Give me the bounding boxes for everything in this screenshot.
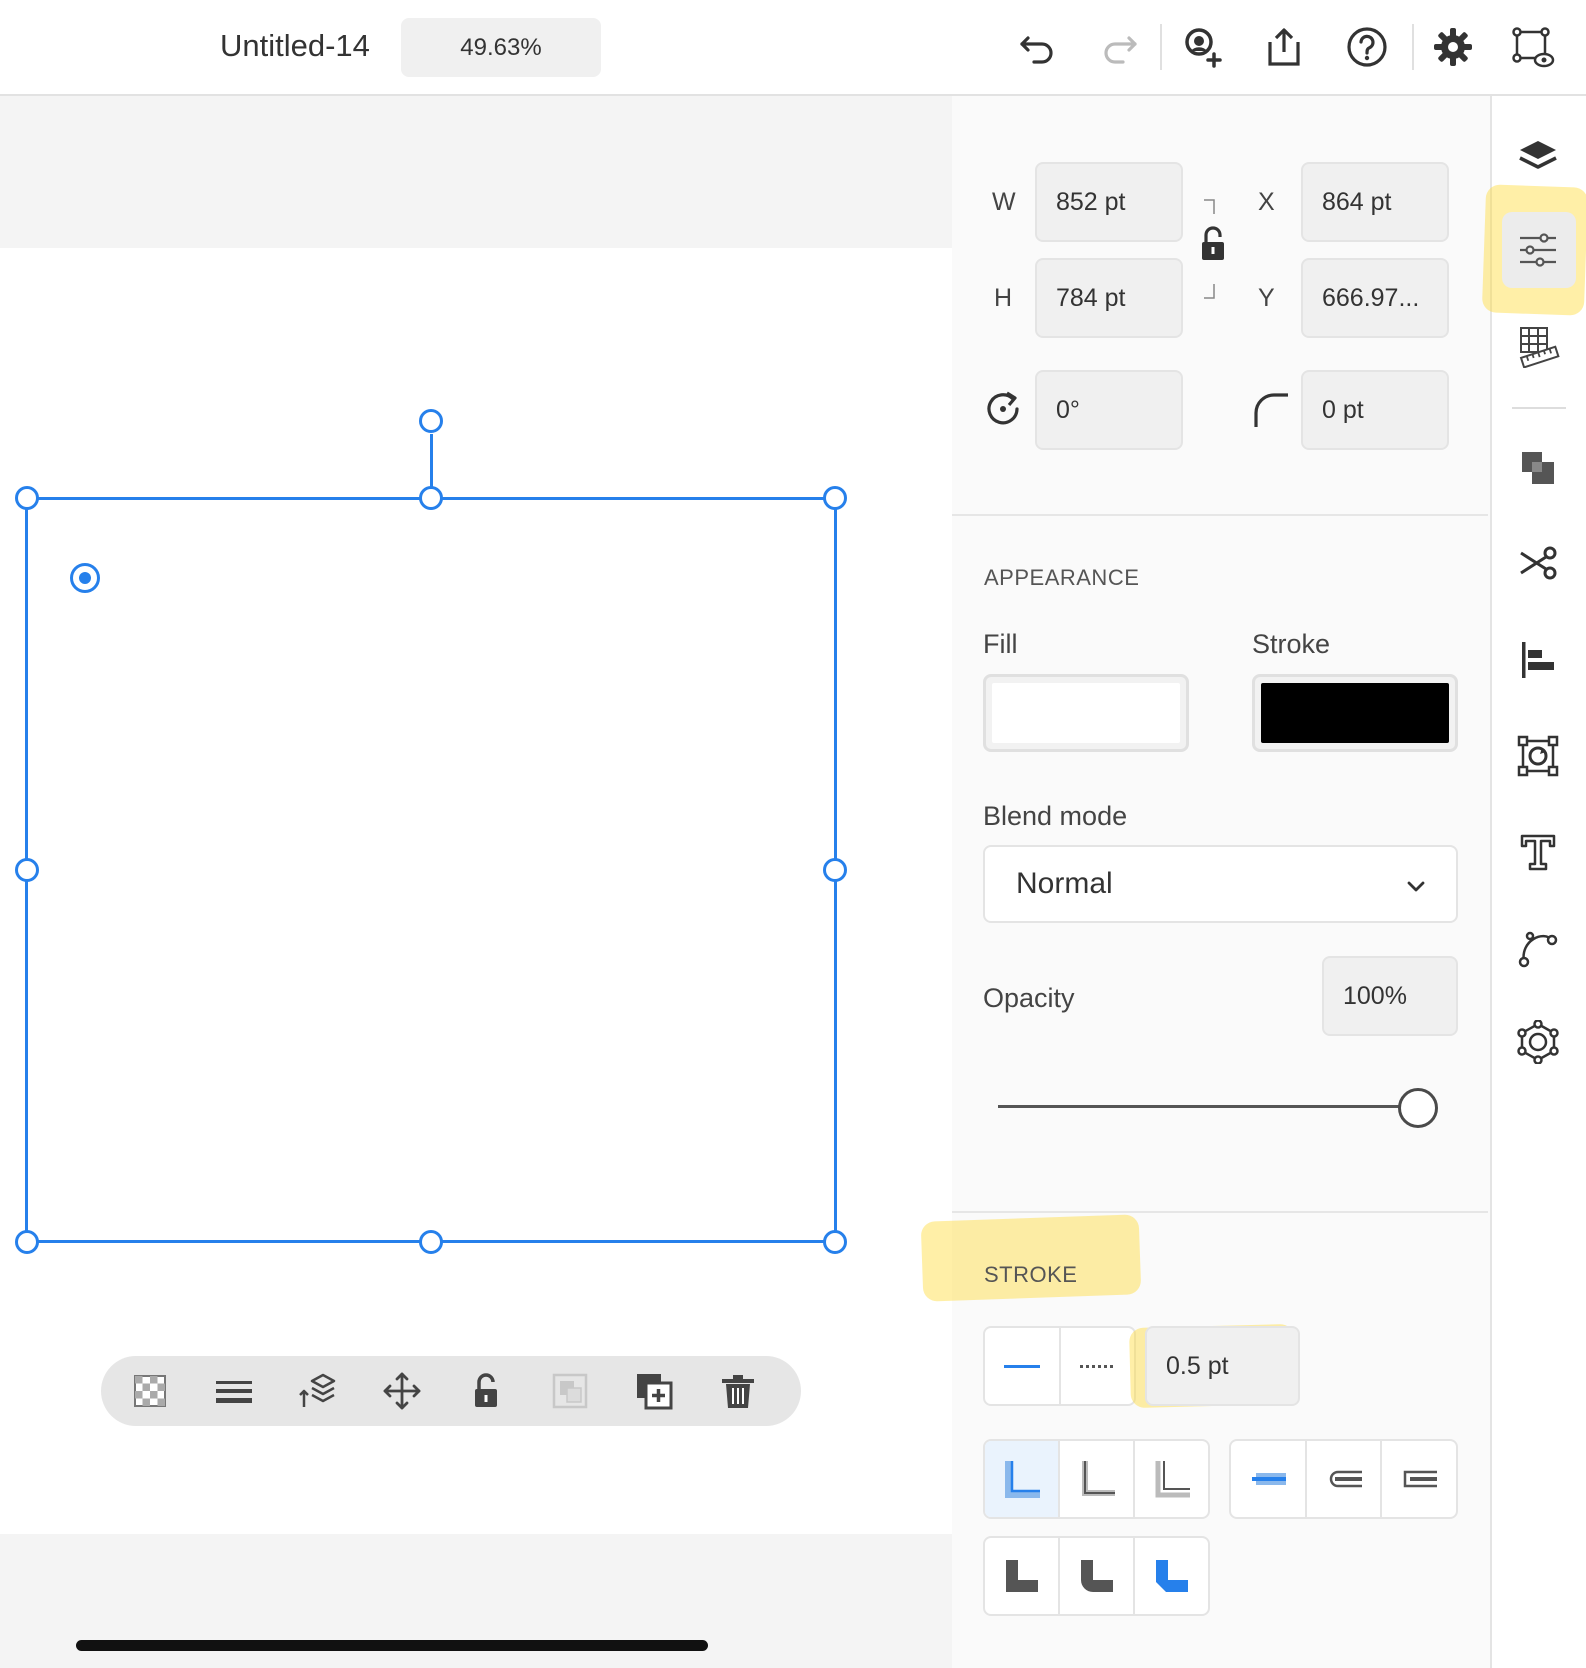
invite-icon[interactable]: [1175, 20, 1229, 74]
panel-divider: [952, 1211, 1488, 1213]
rotation-handle[interactable]: [419, 409, 443, 433]
artboard[interactable]: [0, 248, 952, 1534]
resize-handle-top-left[interactable]: [15, 486, 39, 510]
scissors-icon[interactable]: [1508, 533, 1568, 593]
resize-handle-bottom[interactable]: [419, 1230, 443, 1254]
solid-stroke-icon[interactable]: [985, 1328, 1061, 1404]
corner-radius-icon: [1250, 389, 1290, 429]
toolbar-divider: [1160, 24, 1162, 70]
transform-origin-point[interactable]: [70, 563, 100, 593]
stroke-align-group: [983, 1439, 1210, 1519]
pen-path-icon[interactable]: [1508, 918, 1568, 978]
rail-divider: [1512, 407, 1566, 409]
group-icon: [540, 1356, 600, 1426]
symbol-puppet-icon[interactable]: [1508, 1012, 1568, 1072]
highlight-mark: [920, 1214, 1142, 1302]
blend-mode-label: Blend mode: [983, 801, 1128, 831]
undo-icon[interactable]: [1010, 20, 1064, 74]
document-title[interactable]: Untitled-14: [220, 28, 370, 64]
stroke-outside-icon[interactable]: [1135, 1441, 1208, 1517]
stroke-cap-group: [1229, 1439, 1458, 1519]
stroke-color: [1261, 683, 1449, 743]
blend-mode-select[interactable]: Normal: [983, 845, 1458, 923]
resize-handle-right[interactable]: [823, 858, 847, 882]
rotation-field[interactable]: 0°: [1035, 370, 1183, 450]
opacity-field[interactable]: 100%: [1322, 956, 1458, 1036]
width-field[interactable]: 852 pt: [1035, 162, 1183, 242]
opacity-slider-thumb[interactable]: [1398, 1088, 1438, 1128]
miter-join-icon[interactable]: [985, 1538, 1060, 1614]
bevel-join-icon[interactable]: [1135, 1538, 1208, 1614]
redo-icon[interactable]: [1093, 20, 1147, 74]
stroke-inside-icon[interactable]: [985, 1441, 1060, 1517]
round-cap-icon[interactable]: [1307, 1441, 1383, 1517]
move-icon[interactable]: [372, 1356, 432, 1426]
height-field[interactable]: 784 pt: [1035, 258, 1183, 338]
constrain-proportions-lock-icon[interactable]: [1198, 194, 1224, 304]
projecting-cap-icon[interactable]: [1382, 1441, 1456, 1517]
x-position-field[interactable]: 864 pt: [1301, 162, 1449, 242]
butt-cap-icon[interactable]: [1231, 1441, 1307, 1517]
duplicate-icon[interactable]: [624, 1356, 684, 1426]
arrange-icon[interactable]: [288, 1356, 348, 1426]
share-icon[interactable]: [1257, 20, 1311, 74]
corner-radius-field[interactable]: 0 pt: [1301, 370, 1449, 450]
boolean-shapes-icon[interactable]: [1508, 438, 1568, 498]
stroke-swatch[interactable]: [1252, 674, 1458, 752]
stroke-center-icon[interactable]: [1060, 1441, 1135, 1517]
opacity-label: Opacity: [983, 983, 1075, 1013]
fill-label: Fill: [983, 629, 1018, 659]
height-label: H: [994, 284, 1013, 312]
blend-mode-value: Normal: [1016, 867, 1113, 900]
y-position-field[interactable]: 666.97...: [1301, 258, 1449, 338]
width-label: W: [992, 188, 1016, 216]
stroke-weight-icon[interactable]: [204, 1356, 264, 1426]
y-label: Y: [1258, 284, 1275, 312]
stroke-section-title: STROKE: [984, 1262, 1078, 1287]
align-icon[interactable]: [1508, 630, 1568, 690]
toolbar-divider: [1412, 24, 1414, 70]
grid-ruler-icon[interactable]: [1508, 316, 1568, 376]
zoom-level-field[interactable]: 49.63%: [401, 18, 601, 77]
contextual-toolbar: [101, 1356, 801, 1426]
resize-handle-bottom-left[interactable]: [15, 1230, 39, 1254]
resize-handle-top[interactable]: [419, 486, 443, 510]
transparency-icon[interactable]: [120, 1356, 180, 1426]
resize-handle-top-right[interactable]: [823, 486, 847, 510]
fill-swatch[interactable]: [983, 674, 1189, 752]
delete-icon[interactable]: [708, 1356, 768, 1426]
layers-icon[interactable]: [1508, 126, 1568, 186]
type-icon[interactable]: [1508, 822, 1568, 882]
panel-divider: [952, 514, 1488, 516]
properties-icon[interactable]: [1508, 220, 1568, 280]
unlock-icon[interactable]: [456, 1356, 516, 1426]
opacity-slider-track[interactable]: [998, 1105, 1410, 1108]
settings-icon[interactable]: [1426, 20, 1480, 74]
transform-icon[interactable]: [1508, 726, 1568, 786]
stroke-label: Stroke: [1252, 629, 1331, 659]
stroke-weight-field[interactable]: 0.5 pt: [1145, 1326, 1300, 1406]
resize-handle-bottom-right[interactable]: [823, 1230, 847, 1254]
help-icon[interactable]: [1340, 20, 1394, 74]
chevron-down-icon: [1404, 873, 1428, 907]
appearance-section-title: APPEARANCE: [984, 565, 1140, 590]
preview-icon[interactable]: [1506, 20, 1560, 74]
home-indicator: [76, 1640, 708, 1651]
x-label: X: [1258, 188, 1275, 216]
stroke-join-group: [983, 1536, 1210, 1616]
dashed-stroke-icon[interactable]: [1061, 1328, 1135, 1404]
round-join-icon[interactable]: [1060, 1538, 1135, 1614]
rotate-icon: [983, 389, 1023, 429]
fill-color: [992, 683, 1180, 743]
stroke-type-group: [983, 1326, 1136, 1406]
resize-handle-left[interactable]: [15, 858, 39, 882]
